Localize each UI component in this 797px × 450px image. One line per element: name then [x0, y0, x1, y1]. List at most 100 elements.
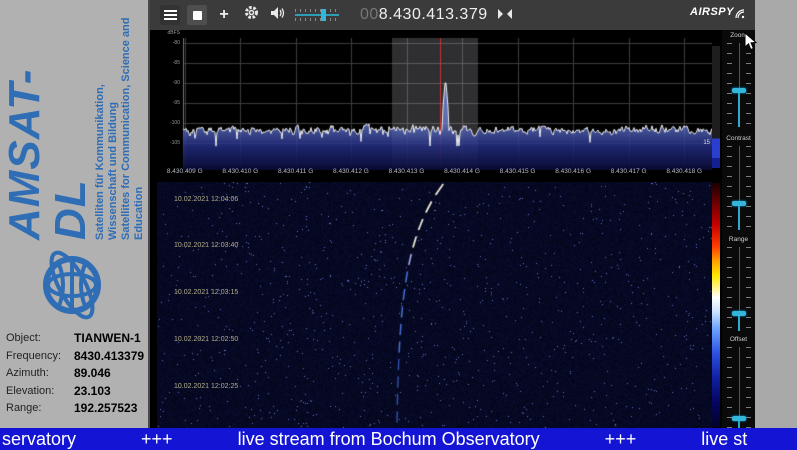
spectrum-display[interactable]	[157, 30, 712, 182]
db-tick: -80	[173, 40, 180, 46]
sdr-app-window: +	[150, 0, 755, 428]
slider-ticks	[746, 146, 751, 230]
freq-tick: 8.430.414 G	[444, 168, 480, 180]
contrast-label: Contrast	[722, 135, 755, 144]
offset-slider-handle[interactable]	[732, 416, 746, 421]
timestamp: 10.02.2021 12:03:15	[174, 289, 238, 296]
info-row-object: Object: TIANWEN-1	[6, 330, 148, 348]
globe-icon	[35, 248, 114, 322]
volume-handle[interactable]	[321, 9, 326, 21]
volume-slider[interactable]	[295, 9, 339, 21]
level-badge: 15	[698, 140, 710, 146]
hamburger-icon	[164, 10, 177, 20]
level-bar[interactable]	[712, 46, 720, 168]
freq-tick: 8.430.416 G	[555, 168, 591, 180]
slider-ticks	[727, 347, 732, 431]
db-tick: -105	[170, 140, 180, 146]
object-label: Object:	[6, 330, 74, 348]
azimuth-label: Azimuth:	[6, 365, 74, 383]
slider-ticks	[746, 347, 751, 431]
volume-track	[295, 14, 339, 16]
stop-button[interactable]	[187, 5, 207, 25]
audio-button[interactable]	[268, 5, 288, 25]
radio-waves-icon	[735, 6, 745, 24]
info-row-frequency: Frequency: 8430.413379	[6, 348, 148, 366]
freq-tick: 8.430.418 G	[666, 168, 702, 180]
range-label: Range	[722, 236, 755, 245]
db-tick: -95	[173, 100, 180, 106]
brand-tagline-de: Satelliten für Kommunikation, Wissenscha…	[94, 17, 120, 240]
timestamp: 10.02.2021 12:02:50	[174, 336, 238, 343]
speaker-icon	[270, 6, 286, 25]
amsat-dl-logo: AMSAT-DL Satelliten für Kommunikation, W…	[4, 17, 144, 322]
menu-button[interactable]	[160, 5, 180, 25]
frequency-axis: 8.430.409 G 8.430.410 G 8.430.411 G 8.43…	[157, 168, 712, 180]
slider-ticks	[727, 43, 732, 127]
object-value: TIANWEN-1	[74, 330, 141, 348]
contrast-slider-group: Contrast	[722, 135, 755, 230]
slider-stem	[738, 90, 740, 127]
plus-icon: +	[219, 7, 228, 23]
freq-tick: 8.430.413 G	[389, 168, 425, 180]
settings-button[interactable]	[241, 5, 261, 25]
frequency-value: 8430.413379	[74, 348, 144, 366]
freq-tick: 8.430.412 G	[333, 168, 369, 180]
contrast-slider[interactable]	[727, 146, 751, 230]
brand-wordmark: AMSAT-DL	[2, 17, 94, 240]
elevation-label: Elevation:	[6, 383, 74, 401]
azimuth-value: 89.046	[74, 365, 111, 383]
frequency-label: Frequency:	[6, 348, 74, 366]
snap-to-center-button[interactable]	[495, 5, 515, 25]
freq-tick: 8.430.417 G	[611, 168, 647, 180]
dbfs-unit-label: dBFS	[167, 30, 180, 36]
slider-ticks	[746, 247, 751, 331]
snap-icon	[498, 6, 512, 24]
control-panel: Zoom Contrast	[722, 30, 755, 428]
frequency-leading-zeros: 00	[360, 6, 379, 23]
slider-stem	[738, 203, 740, 230]
info-row-range: Range: 192.257523	[6, 400, 148, 418]
offset-slider-group: Offset	[722, 336, 755, 431]
add-button[interactable]: +	[214, 5, 234, 25]
range-slider[interactable]	[727, 247, 751, 331]
timestamp: 10.02.2021 12:02:25	[174, 383, 238, 390]
freq-tick: 8.430.410 G	[222, 168, 258, 180]
db-tick: -90	[173, 80, 180, 86]
live-stream-ticker: servatory +++ live stream from Bochum Ob…	[0, 428, 797, 450]
freq-tick: 8.430.411 G	[278, 168, 313, 180]
waterfall-display[interactable]	[157, 182, 712, 428]
timestamp: 10.02.2021 12:04:06	[174, 196, 238, 203]
brand-tagline-en: Satellites for Communication, Science an…	[120, 17, 146, 240]
waterfall-color-legend	[712, 183, 720, 427]
airspy-wordmark: AIRSPY	[690, 6, 734, 18]
range-label: Range:	[6, 400, 74, 418]
contrast-slider-handle[interactable]	[732, 201, 746, 206]
info-row-elevation: Elevation: 23.103	[6, 383, 148, 401]
frequency-display[interactable]: 008.430.413.379	[360, 6, 488, 24]
toolbar: +	[150, 0, 755, 30]
timestamp: 10.02.2021 12:03:40	[174, 242, 238, 249]
offset-slider[interactable]	[727, 347, 751, 431]
desktop: AMSAT-DL Satelliten für Kommunikation, W…	[0, 0, 797, 450]
elevation-value: 23.103	[74, 383, 111, 401]
freq-tick: 8.430.409 G	[167, 168, 203, 180]
frequency-digits: 8.430.413.379	[379, 6, 488, 23]
slider-ticks	[727, 247, 732, 331]
mouse-cursor	[744, 32, 757, 56]
range-slider-handle[interactable]	[732, 311, 746, 316]
stop-icon	[193, 11, 202, 20]
info-row-azimuth: Azimuth: 89.046	[6, 365, 148, 383]
sidebar: AMSAT-DL Satelliten für Kommunikation, W…	[0, 0, 150, 428]
freq-tick: 8.430.415 G	[500, 168, 536, 180]
gear-icon	[244, 5, 259, 25]
airspy-logo: AIRSPY	[690, 6, 745, 24]
volume-ticks-bottom	[295, 18, 339, 21]
offset-label: Offset	[722, 336, 755, 345]
tracking-info-panel: Object: TIANWEN-1 Frequency: 8430.413379…	[6, 330, 148, 418]
range-value: 192.257523	[74, 400, 137, 418]
zoom-slider-handle[interactable]	[732, 88, 746, 93]
range-slider-group: Range	[722, 236, 755, 331]
volume-ticks-top	[295, 9, 339, 12]
db-tick: -85	[173, 60, 180, 66]
slider-ticks	[727, 146, 732, 230]
